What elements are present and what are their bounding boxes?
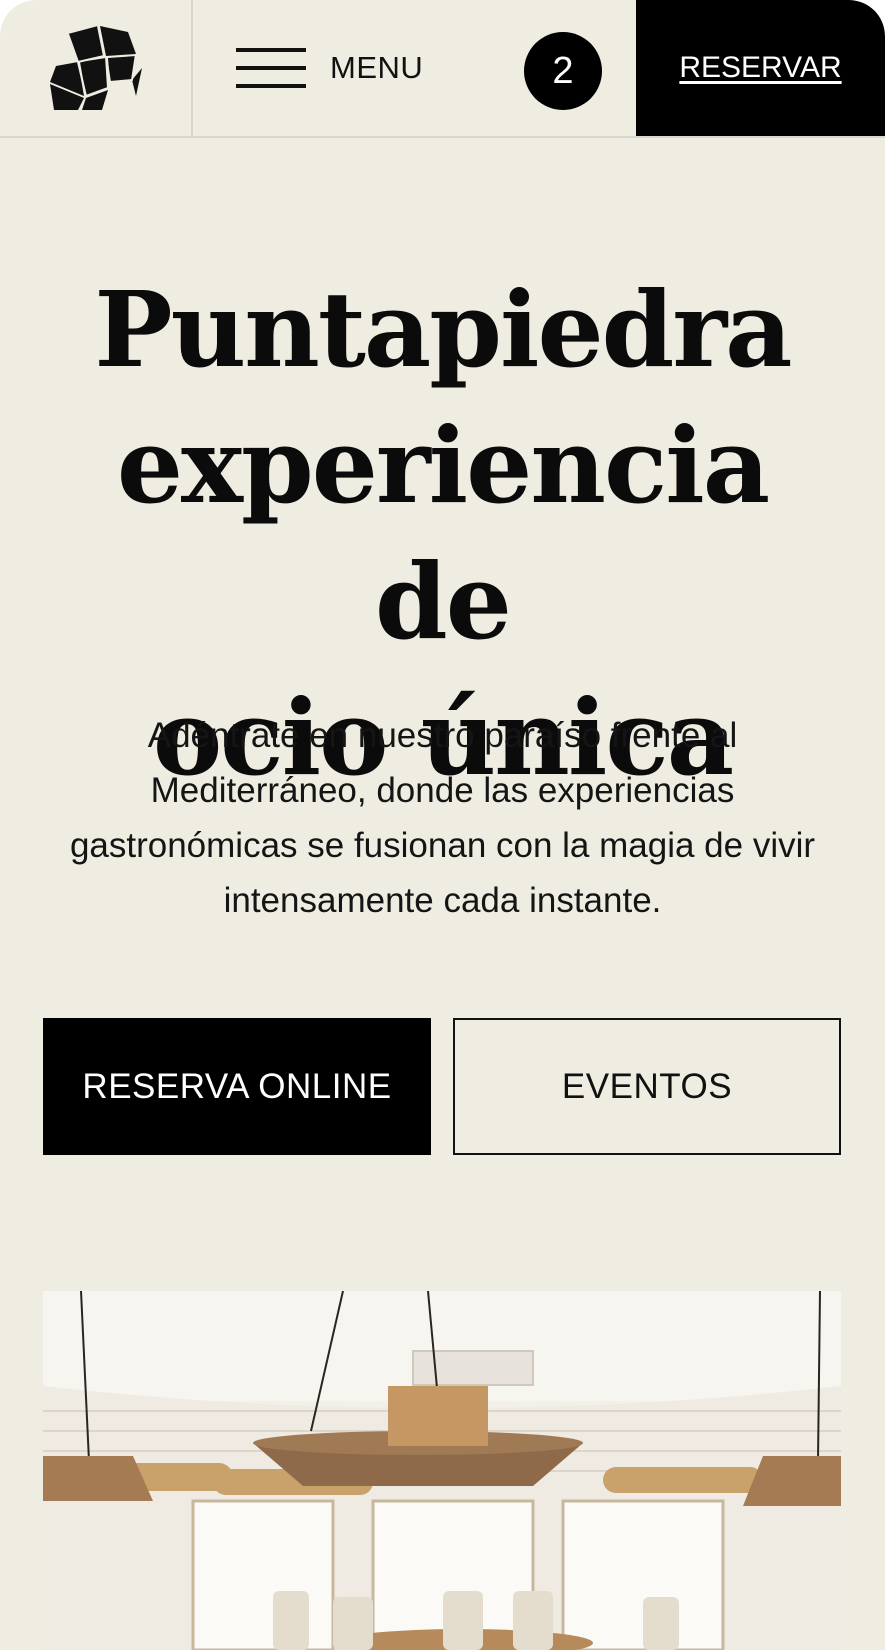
- page: MENU 2 RESERVAR Puntapiedra experiencia …: [0, 0, 885, 1650]
- restaurant-interior-illustration: [43, 1291, 841, 1650]
- logo-link[interactable]: [0, 0, 193, 136]
- reserve-header-button[interactable]: RESERVAR: [636, 0, 885, 136]
- site-header: MENU 2 RESERVAR: [0, 0, 885, 138]
- hero-title-line-2: experiencia de: [116, 404, 770, 663]
- menu-toggle[interactable]: MENU: [236, 40, 423, 96]
- hero-title-line-1: Puntapiedra: [94, 268, 792, 391]
- hamburger-icon: [236, 46, 306, 90]
- events-button[interactable]: EVENTOS: [453, 1018, 841, 1155]
- reserve-header-link[interactable]: RESERVAR: [679, 51, 841, 85]
- restaurant-interior-image: [43, 1291, 841, 1650]
- cart-count-badge[interactable]: 2: [524, 32, 602, 110]
- elephant-logo-icon: [49, 26, 142, 110]
- hero-subtitle: Adéntrate en nuestro paraíso frente al M…: [69, 716, 816, 920]
- menu-label: MENU: [330, 50, 424, 85]
- reserve-online-button[interactable]: RESERVA ONLINE: [43, 1018, 431, 1155]
